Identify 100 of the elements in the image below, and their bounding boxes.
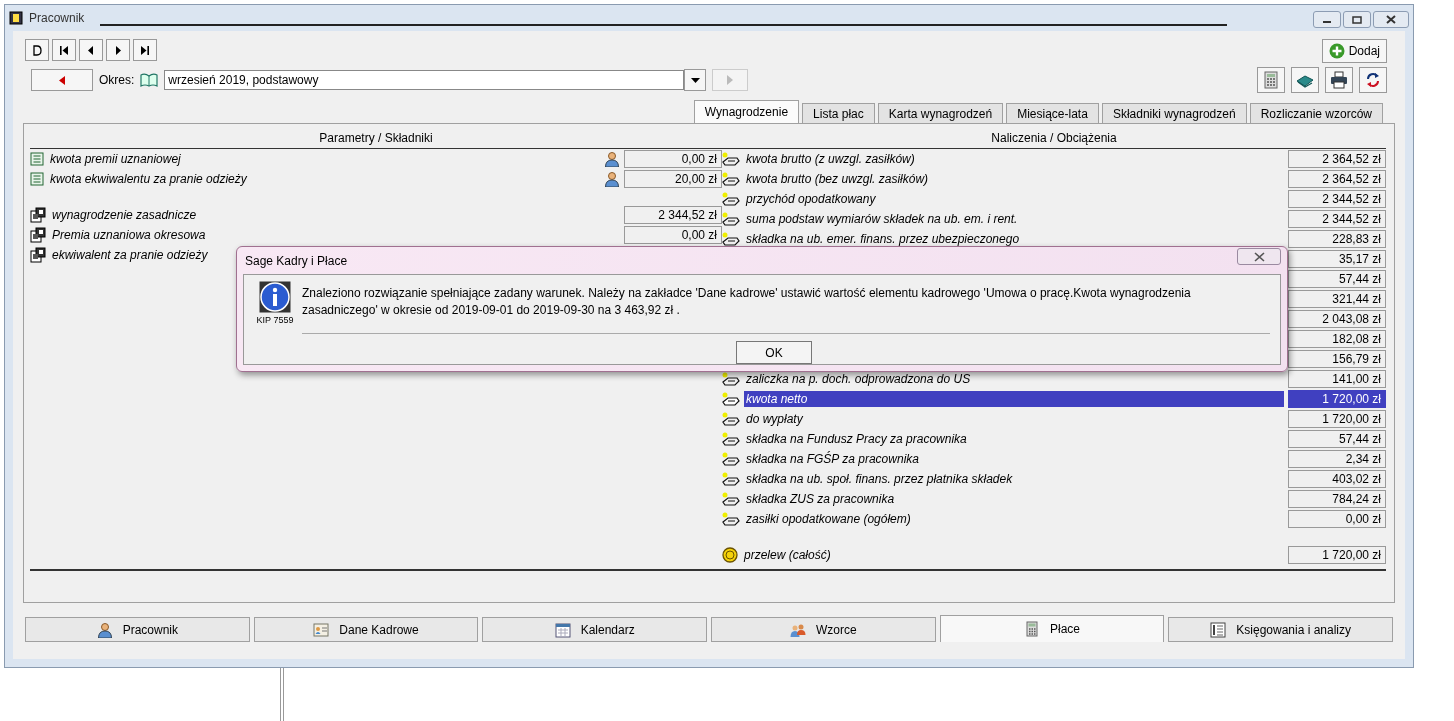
value-field: 57,44 zł bbox=[1288, 270, 1386, 288]
ok-button[interactable]: OK bbox=[736, 341, 812, 364]
triangle-left-icon bbox=[58, 74, 66, 86]
first-record-button[interactable] bbox=[52, 39, 76, 61]
value-field: 2 344,52 zł bbox=[1288, 190, 1386, 208]
book-icon bbox=[140, 73, 159, 87]
add-button[interactable]: Dodaj bbox=[1321, 39, 1387, 63]
row-label: składka ZUS za pracownika bbox=[745, 491, 896, 507]
row-label: kwota brutto (bez uwzgl. zasiłków) bbox=[745, 171, 930, 187]
period-field[interactable]: wrzesień 2019, podstawowy bbox=[164, 70, 685, 90]
value-field: 784,24 zł bbox=[1288, 490, 1386, 508]
next-record-button[interactable] bbox=[106, 39, 130, 61]
document-icon bbox=[30, 152, 44, 166]
first-icon bbox=[59, 44, 69, 56]
triangle-left-icon bbox=[86, 44, 96, 56]
value-field: 2 043,08 zł bbox=[1288, 310, 1386, 328]
value-field: 141,00 zł bbox=[1288, 370, 1386, 388]
previous-period-button[interactable] bbox=[31, 69, 93, 91]
report-icon bbox=[1210, 621, 1227, 638]
refresh-button[interactable] bbox=[1359, 67, 1387, 93]
tab[interactable]: Księgowania i analizy bbox=[1168, 617, 1393, 642]
components-icon bbox=[30, 247, 46, 263]
row-label: zasiłki opodatkowane (ogółem) bbox=[745, 511, 912, 527]
print-button[interactable] bbox=[1325, 67, 1353, 93]
row-label: przychód opodatkowany bbox=[744, 191, 877, 207]
refresh-icon bbox=[1364, 71, 1382, 89]
tab[interactable]: Pracownik bbox=[25, 617, 250, 642]
id-card-icon bbox=[313, 621, 330, 638]
document-icon bbox=[30, 172, 44, 186]
dialog-close-button[interactable] bbox=[1237, 248, 1281, 265]
value-field: 1 720,00 zł bbox=[1288, 410, 1386, 428]
row-label: przelew (całość) bbox=[742, 547, 832, 563]
tab[interactable]: Karta wynagrodzeń bbox=[877, 103, 1004, 123]
last-icon bbox=[140, 44, 150, 56]
person-icon bbox=[604, 151, 620, 167]
value-field: 2,34 zł bbox=[1288, 450, 1386, 468]
coin-icon bbox=[722, 547, 738, 563]
triangle-right-icon bbox=[727, 75, 734, 85]
period-label: Okres: bbox=[99, 73, 135, 87]
window-title: Pracownik bbox=[29, 11, 85, 25]
tab[interactable]: Składniki wynagrodzeń bbox=[1101, 103, 1247, 123]
value-field: 1 720,00 zł bbox=[1288, 390, 1386, 408]
caret-down-icon bbox=[690, 77, 700, 83]
previous-record-button[interactable] bbox=[79, 39, 103, 61]
message-code: KIP 7559 bbox=[256, 315, 294, 325]
value-field: 35,17 zł bbox=[1288, 250, 1386, 268]
value-field: 403,02 zł bbox=[1288, 470, 1386, 488]
value-field: 0,00 zł bbox=[1288, 510, 1386, 528]
calculator-icon bbox=[1262, 71, 1280, 89]
triangle-right-icon bbox=[113, 44, 123, 56]
column-header: Parametry / Składniki bbox=[30, 128, 722, 149]
info-icon bbox=[259, 281, 291, 313]
new-record-button[interactable] bbox=[25, 39, 49, 61]
row-label: kwota brutto (z uwzgl. zasiłków) bbox=[745, 151, 916, 167]
row-label: zaliczka na p. doch. odprowadzona do US bbox=[745, 371, 972, 387]
column-header: Naliczenia / Obciążenia bbox=[722, 128, 1386, 149]
dialog-message: Znaleziono rozwiązanie spełniające zadany warunek. Należy na zakładce 'Dane kadrowe' ustawić wartość elementu kadrowego 'Umowa o pracę.Kwota wynagrodzenia zasadniczego' w okresie od 2019-09-01 do 2019-09-30 na 3 463,92 zł . bbox=[302, 285, 1192, 319]
row-label: kwota premii uznaniowej bbox=[49, 151, 182, 167]
last-record-button[interactable] bbox=[133, 39, 157, 61]
row-label: do wypłaty bbox=[745, 411, 804, 427]
value-field: 2 344,52 zł bbox=[1288, 210, 1386, 228]
value-field: 2 364,52 zł bbox=[1288, 150, 1386, 168]
row-label: suma podstaw wymiarów składek na ub. em. i rent. bbox=[745, 211, 1019, 227]
row-label: składka na ub. społ. finans. przez płatnika składek bbox=[745, 471, 1014, 487]
value-field: 0,00 zł bbox=[624, 226, 722, 244]
d-shape-icon bbox=[32, 44, 42, 56]
restore-icon bbox=[1352, 15, 1362, 24]
tab[interactable]: Dane Kadrowe bbox=[253, 617, 479, 642]
value-field: 156,79 zł bbox=[1288, 350, 1386, 368]
calendar-icon bbox=[554, 621, 571, 638]
tab[interactable]: Lista płac bbox=[802, 103, 875, 123]
book-button[interactable] bbox=[1291, 67, 1319, 93]
close-button[interactable] bbox=[1373, 11, 1409, 28]
minimize-button[interactable] bbox=[1313, 11, 1341, 28]
person-icon bbox=[604, 171, 620, 187]
tab[interactable]: Kalendarz bbox=[482, 617, 707, 642]
dialog-title: Sage Kadry i Płace bbox=[245, 253, 349, 268]
row-label: składka na Fundusz Pracy za pracownika bbox=[745, 431, 968, 447]
row-label: Premia uznaniowa okresowa bbox=[51, 227, 207, 243]
tab[interactable]: Miesiące-lata bbox=[1006, 103, 1099, 123]
row-label: ekwiwalent za pranie odzieży bbox=[51, 247, 209, 263]
calculator-button[interactable] bbox=[1257, 67, 1285, 93]
maximize-button[interactable] bbox=[1343, 11, 1371, 28]
value-field: 1 720,00 zł bbox=[1288, 546, 1386, 564]
tab[interactable]: Płace bbox=[939, 615, 1165, 642]
tab[interactable]: Wzorce bbox=[711, 617, 936, 642]
plus-icon bbox=[1328, 43, 1345, 59]
components-icon bbox=[30, 227, 46, 243]
value-field: 2 344,52 zł bbox=[624, 206, 722, 224]
value-field: 2 364,52 zł bbox=[1288, 170, 1386, 188]
value-field: 182,08 zł bbox=[1288, 330, 1386, 348]
printer-icon bbox=[1330, 71, 1348, 89]
value-field: 228,83 zł bbox=[1288, 230, 1386, 248]
row-label: składka na ub. emer. finans. przez ubezpieczonego bbox=[745, 231, 1021, 247]
close-icon bbox=[1386, 15, 1396, 24]
value-field: 57,44 zł bbox=[1288, 430, 1386, 448]
dropdown-button[interactable] bbox=[684, 69, 707, 91]
tab[interactable]: Rozliczanie wzorców bbox=[1249, 103, 1383, 123]
row-label: wynagrodzenie zasadnicze bbox=[51, 207, 198, 223]
tab[interactable]: Wynagrodzenie bbox=[693, 100, 800, 123]
